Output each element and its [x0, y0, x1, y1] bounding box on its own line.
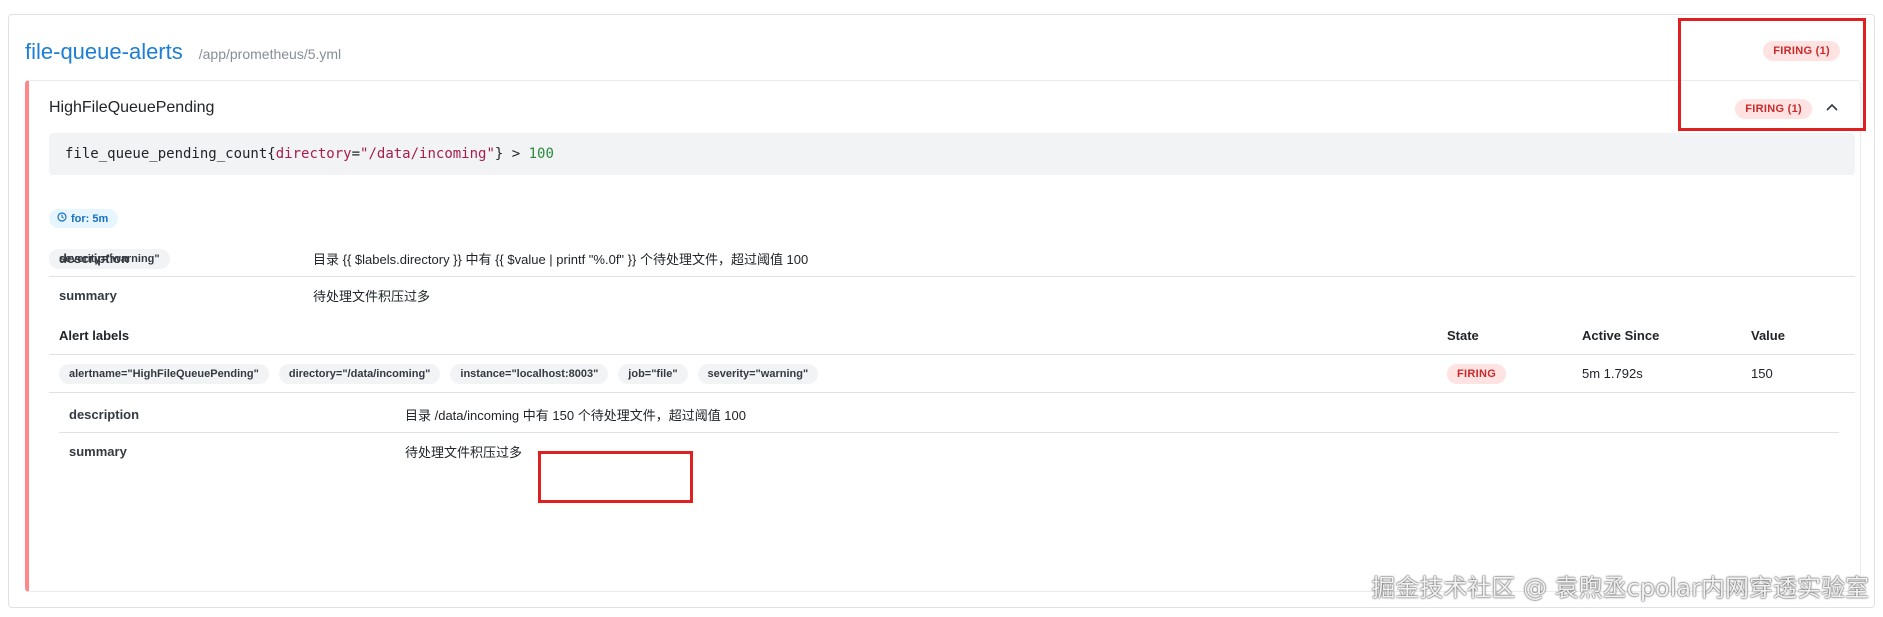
alert-labels-cell: alertname="HighFileQueuePending" directo…	[49, 363, 1447, 384]
annotation-row: description 目录 /data/incoming 中有 150 个待处…	[59, 397, 1839, 433]
rule-group-card: file-queue-alerts /app/prometheus/5.yml …	[8, 14, 1875, 608]
rule-name[interactable]: HighFileQueuePending	[49, 99, 214, 117]
active-since-cell: 5m 1.792s	[1582, 366, 1643, 381]
group-name[interactable]: file-queue-alerts	[25, 39, 183, 65]
label-pill: severity="warning"	[697, 363, 819, 384]
rule-card: HighFileQueuePending FIRING (1) file_que…	[25, 80, 1861, 592]
label-pill: instance="localhost:8003"	[450, 363, 609, 384]
annotation-key: description	[69, 407, 140, 422]
annotation-row: summary 待处理文件积压过多	[49, 277, 1855, 313]
group-header: file-queue-alerts /app/prometheus/5.yml	[25, 39, 341, 65]
label-pill: job="file"	[618, 363, 688, 384]
state-badge: FIRING	[1447, 363, 1507, 384]
annotation-value: 目录 /data/incoming 中有 150 个待处理文件，超过阈值 100	[405, 408, 746, 423]
header-active-since: Active Since	[1582, 328, 1660, 343]
label-pill: alertname="HighFileQueuePending"	[59, 363, 269, 384]
highlight-box-firing	[1678, 18, 1866, 131]
highlight-box-value	[538, 451, 693, 503]
alerts-table: Alert labels State Active Since Value al…	[49, 317, 1855, 393]
annotation-row: description 目录 {{ $labels.directory }} 中…	[49, 241, 1855, 277]
alerts-table-header: Alert labels State Active Since Value	[49, 317, 1855, 355]
header-state: State	[1447, 328, 1479, 343]
annotation-value: 待处理文件积压过多	[405, 444, 523, 460]
header-value: Value	[1751, 328, 1785, 343]
expr-threshold: 100	[528, 146, 554, 162]
for-duration-label: for: 5m	[71, 212, 109, 225]
annotation-value: 目录 {{ $labels.directory }} 中有 {{ $value …	[313, 252, 809, 267]
annotation-key: summary	[59, 287, 117, 303]
clock-icon	[57, 212, 67, 225]
expr-operator: >	[503, 146, 529, 162]
watermark: 掘金技术社区 @ 袁煦丞cpolar内网穿透实验室	[1371, 574, 1869, 602]
annotation-row: summary 待处理文件积压过多	[59, 433, 1839, 469]
for-duration-badge: for: 5m	[49, 209, 119, 228]
rule-expression: file_queue_pending_count{directory = "/dat…	[49, 133, 1855, 175]
expr-metric: file_queue_pending_count	[65, 146, 268, 162]
value-cell: 150	[1751, 366, 1773, 381]
expr-label-key: directory	[275, 146, 352, 162]
alert-annotations: description 目录 /data/incoming 中有 150 个待处…	[59, 397, 1839, 469]
annotation-key: description	[59, 251, 130, 266]
label-pill: directory="/data/incoming"	[278, 363, 441, 384]
header-alert-labels: Alert labels	[59, 328, 130, 343]
alert-state-cell: FIRING	[1447, 363, 1582, 384]
annotation-key: summary	[69, 443, 127, 459]
group-file-path: /app/prometheus/5.yml	[198, 46, 342, 62]
table-row[interactable]: alertname="HighFileQueuePending" directo…	[49, 355, 1855, 393]
annotation-value: 待处理文件积压过多	[313, 288, 431, 304]
rule-annotations: description 目录 {{ $labels.directory }} 中…	[49, 241, 1855, 313]
expr-label-value: "/data/incoming"	[360, 146, 495, 162]
